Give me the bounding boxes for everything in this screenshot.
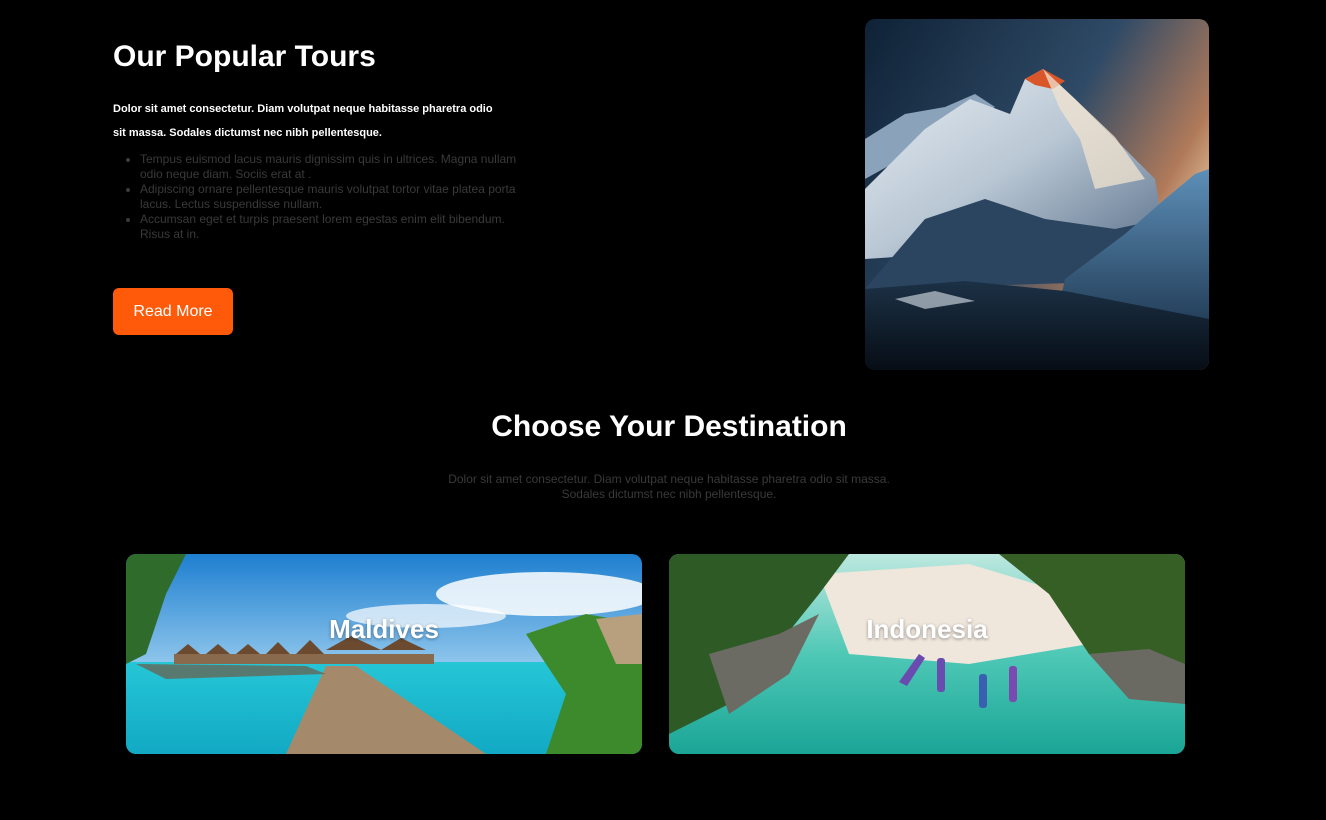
tours-title: Our Popular Tours xyxy=(113,40,376,73)
indonesia-image xyxy=(669,554,1185,754)
list-item: Adipiscing ornare pellentesque mauris vo… xyxy=(140,182,530,212)
tours-bullet-list: Tempus euismod lacus mauris dignissim qu… xyxy=(122,152,530,242)
list-item: Tempus euismod lacus mauris dignissim qu… xyxy=(140,152,530,182)
destination-label: Indonesia xyxy=(866,614,988,644)
destination-label: Maldives xyxy=(329,614,439,644)
destination-card-indonesia[interactable]: Indonesia xyxy=(669,554,1185,754)
tours-intro: Dolor sit amet consectetur. Diam volutpa… xyxy=(113,103,493,139)
read-more-button[interactable]: Read More xyxy=(113,288,233,335)
destination-card-maldives[interactable]: Maldives xyxy=(126,554,642,754)
list-item: Accumsan eget et turpis praesent lorem e… xyxy=(140,212,530,242)
destination-subtitle: Dolor sit amet consectetur. Diam volutpa… xyxy=(448,472,890,501)
maldives-image xyxy=(126,554,642,754)
mountain-image xyxy=(865,19,1209,370)
destination-title: Choose Your Destination xyxy=(491,410,847,443)
